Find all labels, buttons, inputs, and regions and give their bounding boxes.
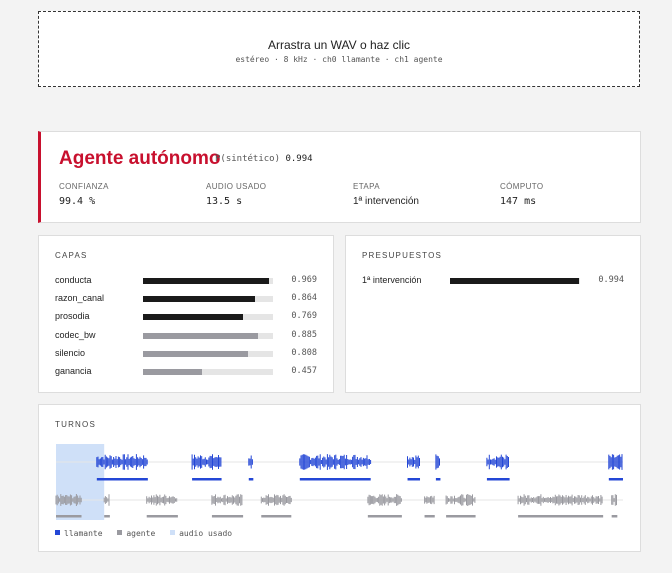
bar-track — [143, 369, 273, 375]
metric-computo: CÓMPUTO 147 ms — [500, 182, 544, 207]
bar-value: 0.994 — [598, 275, 624, 285]
bar-track — [143, 350, 273, 357]
p-synthetic: P(sintético) 0.994 — [215, 154, 313, 164]
p-synthetic-value: 0.994 — [285, 154, 313, 164]
verdict-label: Agente autónomo — [59, 148, 221, 169]
bar-track — [450, 278, 580, 284]
caller-turn-bar-3 — [299, 478, 371, 481]
caller-turn-bar-5 — [435, 478, 441, 481]
agent-turn-bar-8 — [518, 515, 604, 518]
caller-turn-bar-0 — [96, 478, 148, 481]
bar-fill — [143, 278, 269, 284]
bar-row-silencio: silencio 0.808 — [55, 348, 317, 360]
bar-row-razon-canal: razon_canal 0.864 — [55, 293, 317, 305]
bar-row-ganancia: ganancia 0.457 — [55, 366, 317, 378]
bar-fill — [143, 350, 249, 357]
agent-turn-bar-4 — [261, 515, 292, 518]
turns-card: TURNOS llamante agente audio usado — [38, 404, 641, 552]
bar-label: ganancia — [55, 366, 92, 376]
bar-value: 0.969 — [291, 275, 317, 285]
caller-turn-bar-4 — [407, 478, 421, 481]
legend-caller-label: llamante — [64, 529, 103, 538]
caller-waveform-1 — [191, 454, 222, 470]
bar-fill — [143, 296, 256, 303]
bar-label: codec_bw — [55, 329, 96, 340]
agent-turn-bar-3 — [211, 515, 244, 518]
bar-row-prosodia: prosodia 0.769 — [55, 311, 317, 323]
budgets-card: PRESUPUESTOS 1ª intervención 0.994 — [345, 235, 641, 393]
legend-used-label: audio usado — [179, 529, 233, 538]
caller-turn-bar-6 — [486, 478, 510, 481]
dropzone-title: Arrastra un WAV o haz clic — [267, 38, 411, 52]
dropzone-subtitle: estéreo · 8 kHz · ch0 llamante · ch1 age… — [235, 55, 443, 64]
bar-label: 1ª intervención — [362, 275, 422, 285]
caller-turn-bar-1 — [192, 478, 222, 481]
layers-card: CAPAS conducta 0.969 razon_canal 0.864 proso… — [38, 235, 334, 393]
agent-waveform-9 — [611, 494, 617, 506]
legend-caller: llamante — [55, 529, 103, 538]
agent-turn-bar-5 — [367, 515, 402, 518]
metric-confianza: CONFIANZA 99.4 % — [59, 182, 109, 207]
agent-waveform-6 — [424, 495, 435, 505]
layers-title: CAPAS — [55, 251, 88, 260]
metric-label: AUDIO USADO — [206, 182, 267, 191]
agent-waveform-7 — [445, 494, 476, 506]
bar-fill — [143, 369, 203, 375]
caller-turn-bar-7 — [608, 478, 623, 481]
bar-row-codec-bw: codec_bw 0.885 — [55, 330, 317, 342]
metric-value: 99.4 % — [59, 196, 96, 207]
legend-used-swatch — [170, 530, 176, 535]
bar-row-1-intervenci-n: 1ª intervención 0.994 — [362, 275, 624, 287]
bar-label: conducta — [55, 275, 92, 285]
legend-agent-swatch — [117, 530, 123, 535]
bar-value: 0.864 — [291, 293, 317, 304]
metric-value: 13.5 s — [206, 196, 243, 207]
bar-label: razon_canal — [55, 293, 105, 304]
bar-value: 0.885 — [291, 329, 317, 340]
metric-label: ETAPA — [353, 182, 381, 191]
p-synthetic-label: P(sintético) — [215, 154, 281, 164]
bar-track — [143, 332, 273, 339]
agent-turn-bar-2 — [146, 515, 178, 518]
legend-agent-label: agente — [126, 529, 156, 538]
used-audio-region — [56, 444, 105, 520]
legend-agent: agente — [117, 529, 155, 538]
agent-turn-bar-7 — [446, 515, 476, 518]
bar-value: 0.457 — [291, 366, 317, 376]
bar-fill — [143, 314, 243, 321]
legend-caller-swatch — [55, 530, 60, 535]
bar-fill — [143, 332, 259, 339]
caller-waveform-0 — [96, 454, 148, 470]
metric-etapa: ETAPA 1ª intervención — [353, 182, 419, 207]
agent-turn-bar-6 — [424, 515, 435, 518]
caller-turn-bar-2 — [248, 478, 254, 481]
bar-value: 0.808 — [291, 347, 317, 358]
budgets-title: PRESUPUESTOS — [362, 251, 443, 260]
bar-value: 0.769 — [291, 311, 317, 322]
bar-label: prosodia — [55, 311, 90, 322]
wav-dropzone[interactable]: Arrastra un WAV o haz clic estéreo · 8 k… — [38, 11, 640, 87]
legend-used: audio usado — [170, 529, 232, 538]
metric-label: CONFIANZA — [59, 182, 109, 191]
agent-waveform-1 — [103, 494, 110, 506]
bar-fill — [450, 278, 580, 284]
bar-track — [143, 278, 273, 284]
metric-value: 147 ms — [500, 196, 537, 207]
caller-waveform-6 — [486, 454, 509, 470]
bar-label: silencio — [55, 347, 86, 358]
agent-waveform-5 — [367, 494, 402, 506]
agent-turn-bar-0 — [56, 515, 82, 518]
bar-track — [143, 296, 273, 303]
bar-row-conducta: conducta 0.969 — [55, 275, 317, 287]
verdict-card: Agente autónomo P(sintético) 0.994 CONFI… — [38, 131, 641, 223]
agent-turn-bar-9 — [611, 515, 618, 518]
bar-track — [143, 314, 273, 321]
metric-audio-usado: AUDIO USADO 13.5 s — [206, 182, 266, 207]
agent-turn-bar-1 — [104, 515, 110, 518]
turns-title: TURNOS — [55, 420, 96, 429]
metric-value: 1ª intervención — [353, 196, 419, 207]
metric-label: CÓMPUTO — [500, 182, 544, 191]
turns-legend: llamante agente audio usado — [55, 529, 242, 538]
